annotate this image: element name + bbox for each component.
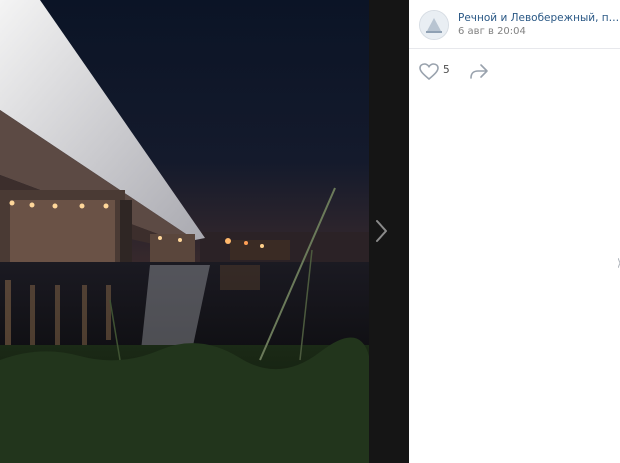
chevron-right-icon bbox=[376, 220, 387, 242]
post-photo[interactable] bbox=[0, 0, 369, 463]
photo-viewer bbox=[0, 0, 409, 463]
post-author-link[interactable]: Речной и Левобережный, привива... bbox=[458, 12, 620, 24]
like-count: 5 bbox=[443, 64, 450, 76]
post-header: Речной и Левобережный, привива... 6 авг … bbox=[409, 0, 620, 49]
share-arrow-icon bbox=[470, 64, 488, 79]
like-button[interactable]: 5 bbox=[419, 61, 455, 81]
post-info-panel: Речной и Левобережный, привива... 6 авг … bbox=[409, 0, 620, 463]
river-station-icon[interactable] bbox=[419, 10, 449, 40]
post-date[interactable]: 6 авг в 20:04 bbox=[458, 26, 526, 37]
share-button[interactable] bbox=[469, 61, 491, 81]
heart-icon bbox=[419, 63, 439, 80]
next-photo-button[interactable] bbox=[369, 0, 409, 463]
bridge-night-scene bbox=[0, 0, 369, 463]
